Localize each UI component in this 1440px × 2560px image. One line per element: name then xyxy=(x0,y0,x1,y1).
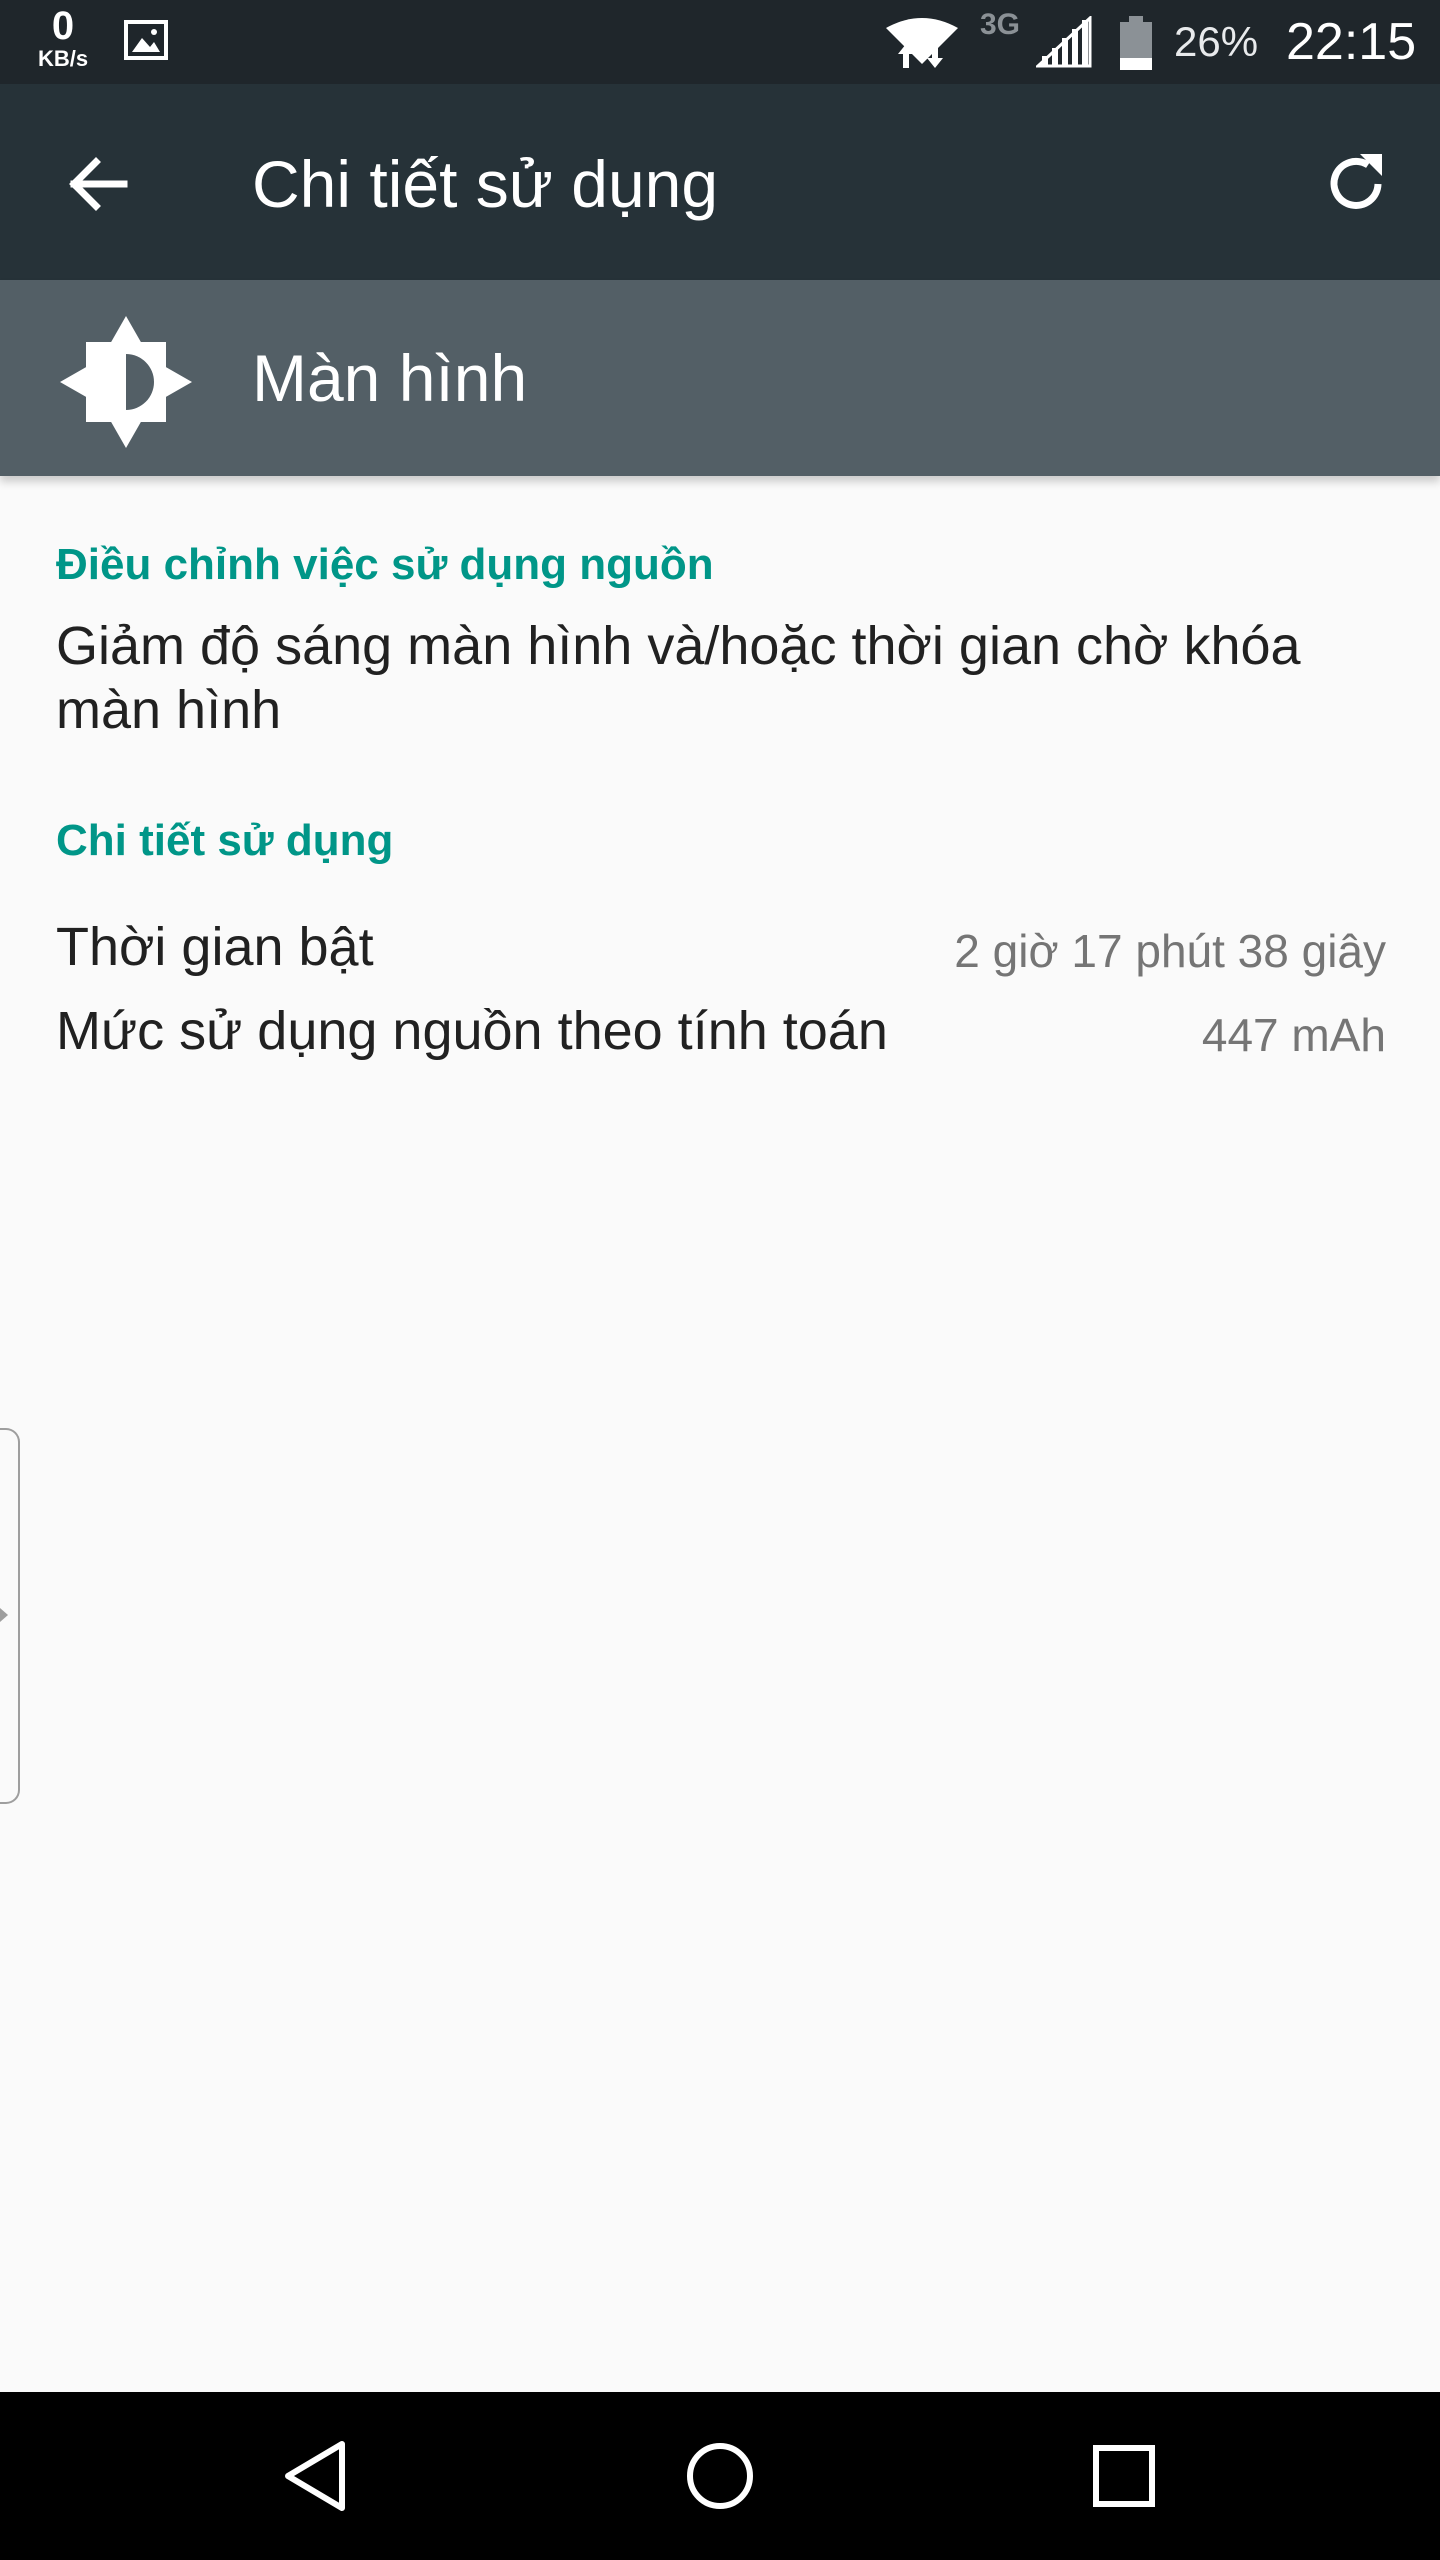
adjust-power-section-title: Điều chỉnh việc sử dụng nguồn xyxy=(56,540,714,589)
usage-row-value: 2 giờ 17 phút 38 giây xyxy=(954,925,1386,977)
status-bar: 0 KB/s 3G 26% 22:15 xyxy=(0,0,1440,84)
network-type: 3G xyxy=(980,8,1021,41)
signal-icon xyxy=(1036,16,1092,68)
nav-recents-icon[interactable] xyxy=(1074,2426,1174,2526)
usage-row-value: 447 mAh xyxy=(1201,1009,1386,1061)
refresh-icon[interactable] xyxy=(1316,144,1396,224)
navigation-bar xyxy=(0,2392,1440,2560)
battery-percent: 26% xyxy=(1174,18,1259,65)
side-panel-handle[interactable] xyxy=(0,1428,20,1804)
usage-row-label: Thời gian bật xyxy=(56,917,374,977)
battery-icon xyxy=(1120,16,1152,70)
network-speed-unit: KB/s xyxy=(37,46,89,71)
adjust-power-suggestion[interactable]: Giảm độ sáng màn hình và/hoặc thời gian … xyxy=(56,614,1386,742)
usage-details-section-title: Chi tiết sử dụng xyxy=(56,816,394,865)
brightness-icon xyxy=(60,316,192,448)
chevron-right-icon xyxy=(0,1608,8,1622)
image-notification-icon xyxy=(124,20,168,60)
page-title: Chi tiết sử dụng xyxy=(252,147,719,221)
usage-header: Màn hình xyxy=(0,280,1440,476)
network-speed-value: 0 xyxy=(51,4,75,48)
app-bar: Chi tiết sử dụng xyxy=(0,84,1440,280)
wifi-icon xyxy=(886,18,958,68)
usage-item-title: Màn hình xyxy=(252,341,528,415)
usage-row-power-computed: Mức sử dụng nguồn theo tính toán 447 mAh xyxy=(56,1000,1386,1070)
usage-row-on-time: Thời gian bật 2 giờ 17 phút 38 giây xyxy=(56,916,1386,986)
nav-home-icon[interactable] xyxy=(670,2426,770,2526)
usage-row-label: Mức sử dụng nguồn theo tính toán xyxy=(56,1001,888,1061)
clock: 22:15 xyxy=(1286,13,1417,71)
arrow-back-icon[interactable] xyxy=(58,144,138,224)
network-speed-indicator: 0 KB/s xyxy=(28,6,98,70)
nav-back-icon[interactable] xyxy=(266,2426,366,2526)
